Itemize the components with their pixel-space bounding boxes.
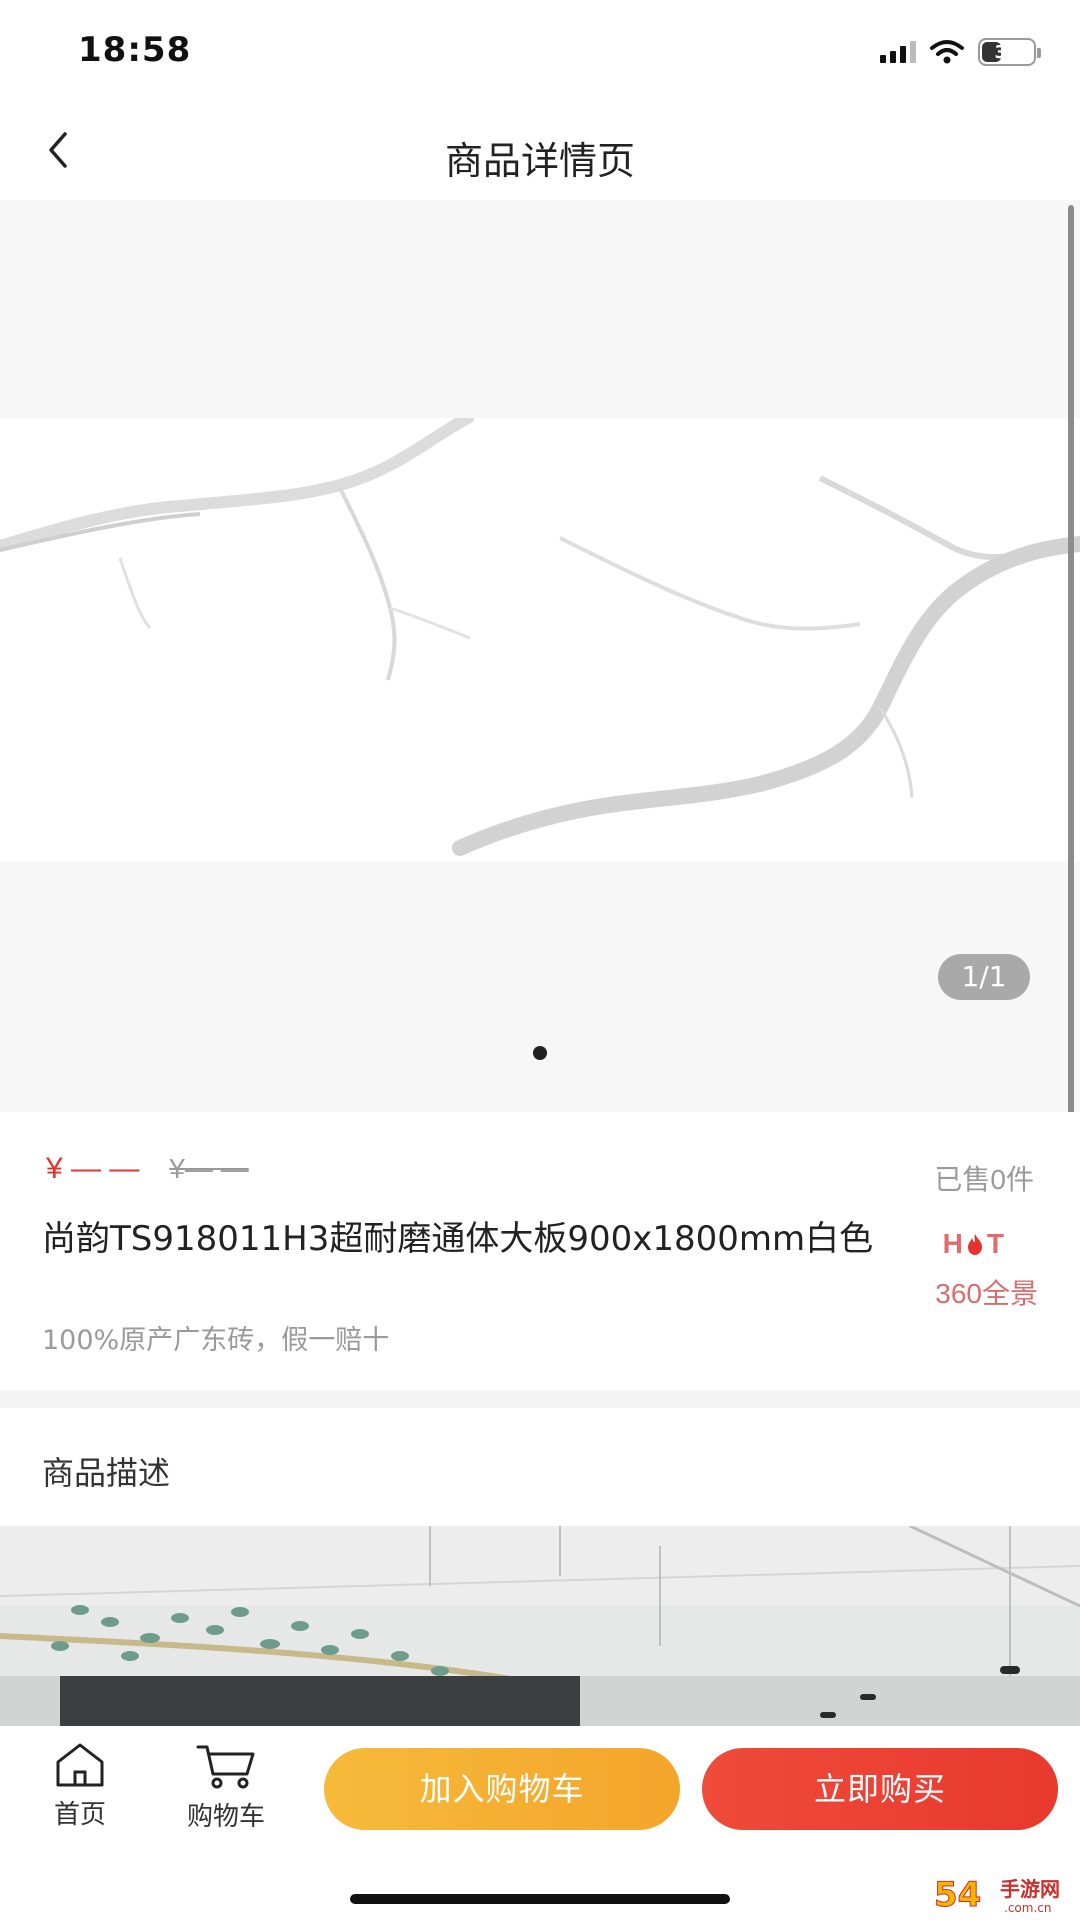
bottom-action-bar: 首页 购物车 加入购物车 立即购买 bbox=[0, 1726, 1080, 1920]
carousel-dot-active[interactable] bbox=[533, 1046, 547, 1060]
product-image bbox=[0, 412, 1080, 862]
status-icons: 38 bbox=[880, 38, 1041, 66]
panorama-360-link[interactable]: 360全景 bbox=[935, 1272, 1038, 1312]
interior-photo bbox=[0, 1526, 1080, 1726]
hot-badge-left: H bbox=[942, 1228, 963, 1259]
tab-home[interactable]: 首页 bbox=[20, 1742, 140, 1831]
home-icon bbox=[56, 1743, 104, 1787]
carousel-dots bbox=[0, 1046, 1080, 1060]
product-title: 尚韵TS918011H3超耐磨通体大板900x1800mm白色 bbox=[42, 1219, 874, 1259]
product-tagline: 100%原产广东砖，假一赔十 bbox=[42, 1325, 390, 1356]
wifi-icon bbox=[930, 40, 964, 64]
tab-cart[interactable]: 购物车 bbox=[166, 1742, 286, 1833]
hot-badge: H T bbox=[943, 1228, 1004, 1260]
nav-bar: 商品详情页 bbox=[0, 100, 1080, 200]
svg-text:手游网: 手游网 bbox=[1000, 1877, 1060, 1901]
image-page-counter: 1/1 bbox=[938, 954, 1030, 1000]
description-header: 商品描述 bbox=[0, 1408, 1080, 1526]
marble-texture bbox=[0, 412, 1080, 856]
product-info: ¥ — — ¥— — 已售0件 尚韵TS918011H3超耐磨通体大板900x1… bbox=[0, 1112, 1080, 1390]
price-row: ¥ — — ¥— — bbox=[46, 1152, 249, 1186]
hot-badge-right: T bbox=[986, 1228, 1004, 1259]
flame-icon bbox=[967, 1234, 982, 1255]
home-indicator bbox=[350, 1894, 730, 1904]
section-divider bbox=[0, 1390, 1080, 1408]
status-time: 18:58 bbox=[78, 30, 192, 70]
svg-text:54: 54 bbox=[934, 1875, 981, 1915]
add-to-cart-button[interactable]: 加入购物车 bbox=[324, 1748, 680, 1830]
original-price: ¥— — bbox=[169, 1153, 249, 1184]
buy-now-button[interactable]: 立即购买 bbox=[702, 1748, 1058, 1830]
status-bar: 18:58 38 bbox=[0, 0, 1080, 100]
description-image bbox=[0, 1526, 1080, 1726]
cart-icon bbox=[196, 1745, 255, 1789]
tab-cart-label: 购物车 bbox=[186, 1801, 265, 1831]
product-image-carousel[interactable]: 1/1 bbox=[0, 200, 1080, 1112]
sold-count: 已售0件 bbox=[934, 1164, 1034, 1195]
current-price: ¥ — — bbox=[46, 1152, 140, 1185]
tab-home-label: 首页 bbox=[53, 1799, 106, 1829]
battery-icon: 38 bbox=[978, 38, 1041, 66]
svg-text:.com.cn: .com.cn bbox=[1004, 1901, 1051, 1915]
description-title: 商品描述 bbox=[42, 1455, 171, 1491]
signal-icon bbox=[880, 41, 916, 63]
watermark-logo: 54 手游网 .com.cn bbox=[930, 1872, 1078, 1916]
page-title: 商品详情页 bbox=[444, 141, 635, 183]
battery-level: 38 bbox=[994, 41, 1020, 63]
